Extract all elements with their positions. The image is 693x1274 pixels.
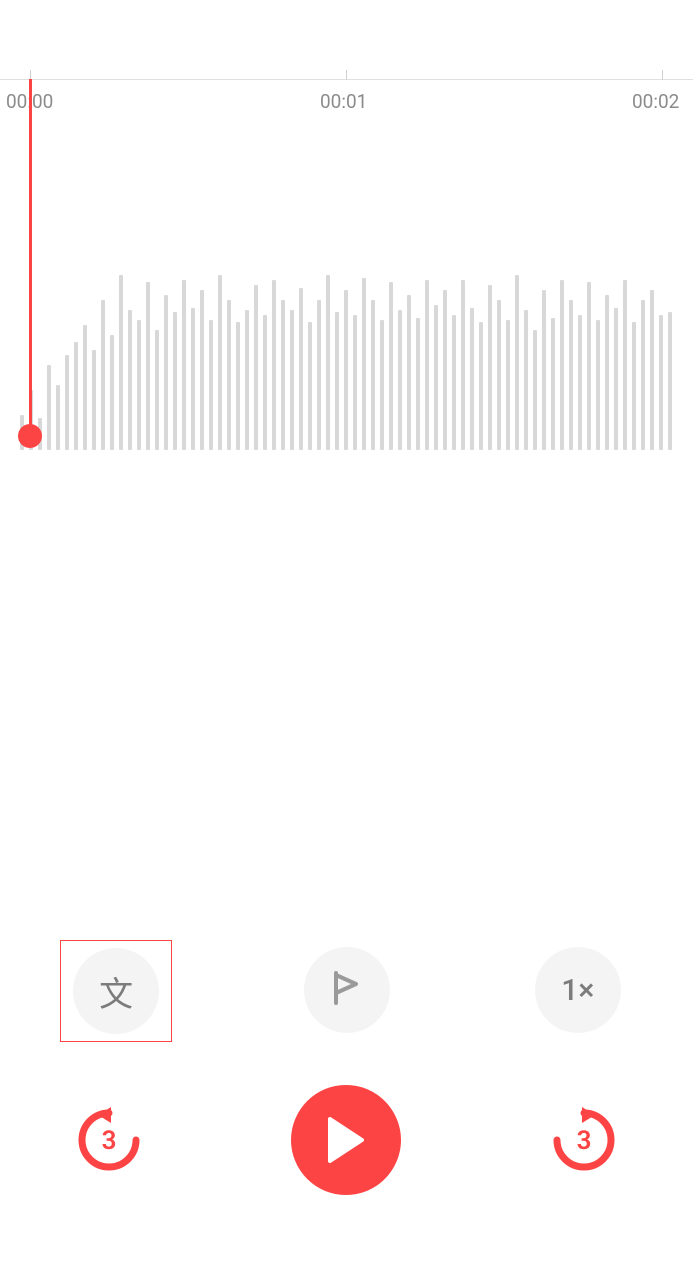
waveform-bar [398, 310, 402, 450]
waveform-bar [272, 280, 276, 450]
forward-button[interactable]: 3 [549, 1105, 619, 1175]
waveform-bar [641, 300, 645, 450]
waveform-bar [668, 312, 672, 450]
waveform-bar [623, 280, 627, 450]
waveform-bar [281, 300, 285, 450]
waveform-bar [74, 342, 78, 450]
waveform-bar [263, 315, 267, 450]
waveform-bar [407, 295, 411, 450]
playback-controls: 3 3 [0, 1085, 693, 1195]
waveform-bar [587, 282, 591, 450]
ruler-label-1: 00:01 [320, 90, 367, 113]
waveform-bar [605, 295, 609, 450]
waveform-bar [254, 285, 258, 450]
waveform-bar [470, 308, 474, 450]
waveform-bar [101, 300, 105, 450]
waveform-bar [335, 312, 339, 450]
waveform-bar [632, 322, 636, 450]
play-icon [326, 1117, 366, 1163]
waveform-bar [182, 280, 186, 450]
waveform-bar [353, 315, 357, 450]
waveform-bar [191, 308, 195, 450]
waveform-bar [362, 278, 366, 450]
flag-icon [330, 969, 364, 1011]
flag-button[interactable] [292, 940, 402, 1040]
waveform-bar [488, 285, 492, 450]
waveform-bar [506, 320, 510, 450]
waveform-bar [110, 335, 114, 450]
transcribe-icon: 文 [99, 967, 133, 1016]
ruler-tick [662, 70, 663, 80]
waveform-bar [434, 305, 438, 450]
waveform-bar [326, 275, 330, 450]
transcribe-button[interactable]: 文 [60, 940, 172, 1042]
waveform-bar [443, 290, 447, 450]
rewind-icon: 3 [74, 1105, 144, 1175]
forward-icon: 3 [549, 1105, 619, 1175]
speed-label: 1× [561, 973, 594, 1008]
rewind-button[interactable]: 3 [74, 1105, 144, 1175]
waveform-bar [614, 308, 618, 450]
playhead-knob[interactable] [18, 424, 42, 448]
waveform-bar [596, 320, 600, 450]
waveform-bar [92, 350, 96, 450]
ruler-tick [346, 70, 347, 80]
waveform-bar [659, 315, 663, 450]
waveform-bar [578, 315, 582, 450]
waveform-bar [200, 290, 204, 450]
waveform-bar [65, 355, 69, 450]
svg-text:3: 3 [577, 1126, 592, 1156]
waveform-bar [83, 325, 87, 450]
waveform-bar [173, 312, 177, 450]
waveform-bar [290, 310, 294, 450]
waveform-bar [218, 275, 222, 450]
waveform-bar [119, 275, 123, 450]
waveform-bar [389, 282, 393, 450]
waveform-bar [164, 295, 168, 450]
waveform-bar [146, 282, 150, 450]
waveform-bar [515, 275, 519, 450]
ruler-label-2: 00:02 [632, 90, 679, 113]
waveform-bar [524, 310, 528, 450]
waveform-bar [236, 322, 240, 450]
waveform-bar [227, 300, 231, 450]
waveform-bar [479, 322, 483, 450]
waveform-bar [533, 330, 537, 450]
waveform-bar [137, 320, 141, 450]
waveform-bar [380, 320, 384, 450]
waveform-bar [209, 320, 213, 450]
svg-text:3: 3 [101, 1126, 116, 1156]
waveform-bar [128, 310, 132, 450]
waveform-bar [245, 310, 249, 450]
playhead-line[interactable] [29, 79, 32, 436]
waveform-bar [569, 300, 573, 450]
waveform-bar [425, 280, 429, 450]
options-row: 文 1× [0, 940, 693, 1042]
waveform-bar [551, 318, 555, 450]
play-button[interactable] [291, 1085, 401, 1195]
waveform[interactable] [20, 150, 680, 450]
waveform-bar [416, 318, 420, 450]
waveform-bar [560, 280, 564, 450]
speed-button[interactable]: 1× [523, 940, 633, 1040]
waveform-bar [56, 385, 60, 450]
waveform-bar [452, 315, 456, 450]
waveform-bar [344, 290, 348, 450]
waveform-bar [650, 290, 654, 450]
waveform-bar [461, 280, 465, 450]
waveform-bar [155, 330, 159, 450]
waveform-bar [47, 365, 51, 450]
waveform-bar [317, 300, 321, 450]
waveform-bar [299, 288, 303, 450]
waveform-bar [542, 290, 546, 450]
timeline-ruler[interactable]: 00:00 00:01 00:02 [0, 79, 693, 120]
waveform-bar [371, 300, 375, 450]
waveform-bar [497, 300, 501, 450]
waveform-bar [308, 322, 312, 450]
